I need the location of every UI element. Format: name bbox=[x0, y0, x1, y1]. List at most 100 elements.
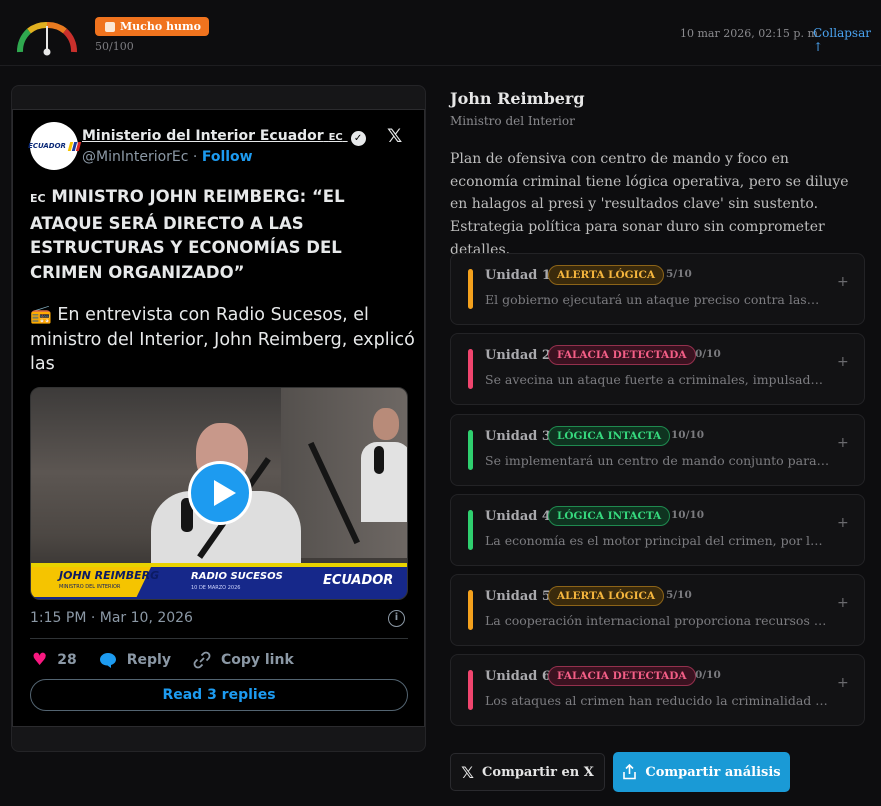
unit-score: 5/10 bbox=[666, 268, 692, 280]
lower-third-date: 10 DE MARZO 2026 bbox=[191, 585, 241, 591]
analysis-timestamp: 10 mar 2026, 02:15 p. m. bbox=[680, 27, 822, 40]
unit-description: Se implementará un centro de mando conju… bbox=[485, 453, 830, 468]
link-icon bbox=[193, 651, 211, 669]
unit-verdict-tag: ALERTA LÓGICA bbox=[548, 265, 665, 285]
unit-verdict-tag: LÓGICA INTACTA bbox=[548, 426, 671, 446]
x-logo-icon[interactable]: 𝕏 bbox=[387, 125, 402, 147]
account-name[interactable]: Ministerio del Interior Ecuador EC ✓ bbox=[82, 128, 366, 146]
account-name-text[interactable]: Ministerio del Interior Ecuador bbox=[82, 128, 324, 144]
read-replies-button[interactable]: Read 3 replies bbox=[30, 679, 408, 711]
unit-title: Unidad 6 bbox=[485, 669, 551, 684]
lower-third-name: JOHN REIMBERG bbox=[59, 569, 160, 582]
account-handle-row: @MinInteriorEc · Follow bbox=[82, 149, 253, 165]
expand-plus-icon[interactable]: + bbox=[837, 675, 849, 691]
lower-third-logo: ECUADOR bbox=[323, 573, 394, 588]
info-icon[interactable]: i bbox=[388, 610, 405, 627]
unit-description: Los ataques al crimen han reducido la cr… bbox=[485, 693, 830, 708]
share-analysis-label: Compartir análisis bbox=[645, 764, 781, 780]
tweet-actions: ♥ 28 Reply Copy link bbox=[32, 650, 316, 670]
unit-score: 5/10 bbox=[666, 589, 692, 601]
share-analysis-button[interactable]: Compartir análisis bbox=[613, 752, 790, 792]
unit-status-bar bbox=[468, 269, 473, 309]
badge-square-icon bbox=[105, 21, 115, 32]
smoke-score: 50/100 bbox=[95, 40, 134, 53]
share-on-x-label: Compartir en X bbox=[482, 764, 594, 780]
copy-link-label: Copy link bbox=[220, 652, 294, 668]
heart-icon: ♥ bbox=[32, 650, 48, 670]
avatar[interactable]: ECUADOR bbox=[28, 122, 82, 170]
copy-link-button[interactable]: Copy link bbox=[193, 650, 294, 670]
headline-text: MINISTRO JOHN REIMBERG: “EL ATAQUE SERÁ … bbox=[30, 187, 345, 282]
expand-plus-icon[interactable]: + bbox=[837, 595, 849, 611]
expand-plus-icon[interactable]: + bbox=[837, 435, 849, 451]
verdict-badge: Mucho humo bbox=[95, 17, 210, 36]
unit-card[interactable]: Unidad 2 FALACIA DETECTADA 0/10 Se avecina … bbox=[450, 333, 865, 405]
account-handle[interactable]: @MinInteriorEc bbox=[82, 149, 188, 165]
follow-button[interactable]: Follow bbox=[202, 149, 253, 165]
account-flag: EC bbox=[328, 132, 343, 143]
unit-card[interactable]: Unidad 6 FALACIA DETECTADA 0/10 Los ataques… bbox=[450, 654, 865, 726]
flag-bars-icon bbox=[67, 141, 82, 151]
unit-status-bar bbox=[468, 670, 473, 710]
person-role: Ministro del Interior bbox=[450, 114, 575, 128]
microphone-head bbox=[374, 446, 384, 474]
like-count: 28 bbox=[57, 652, 77, 668]
unit-title: Unidad 1 bbox=[485, 268, 551, 283]
play-button[interactable] bbox=[188, 461, 252, 525]
reply-button[interactable]: Reply bbox=[99, 650, 171, 670]
unit-status-bar bbox=[468, 510, 473, 550]
verified-icon: ✓ bbox=[350, 131, 366, 146]
unit-verdict-tag: LÓGICA INTACTA bbox=[548, 506, 671, 526]
lower-third-role: MINISTRO DEL INTERIOR bbox=[59, 584, 121, 590]
background-person bbox=[361, 408, 407, 528]
share-upload-icon bbox=[623, 764, 637, 780]
unit-description: El gobierno ejecutará un ataque preciso … bbox=[485, 292, 820, 307]
expand-plus-icon[interactable]: + bbox=[837, 274, 849, 290]
divider bbox=[30, 638, 408, 639]
tweet-body: 📻 En entrevista con Radio Sucesos, el mi… bbox=[30, 305, 415, 374]
video-thumbnail[interactable]: JOHN REIMBERG MINISTRO DEL INTERIOR RADI… bbox=[30, 387, 408, 600]
unit-card[interactable]: Unidad 4 LÓGICA INTACTA 10/10 La economía e… bbox=[450, 494, 865, 566]
tweet-card: ECUADOR Ministerio del Interior Ecuador … bbox=[12, 109, 425, 727]
unit-description: La cooperación internacional proporciona… bbox=[485, 613, 830, 628]
unit-title: Unidad 4 bbox=[485, 509, 551, 524]
like-button[interactable]: ♥ 28 bbox=[32, 650, 77, 670]
unit-verdict-tag: FALACIA DETECTADA bbox=[548, 345, 696, 365]
unit-description: La economía es el motor principal del cr… bbox=[485, 533, 830, 548]
unit-status-bar bbox=[468, 349, 473, 389]
x-icon: 𝕏 bbox=[461, 762, 475, 782]
tweet-headline: EC MINISTRO JOHN REIMBERG: “EL ATAQUE SE… bbox=[30, 185, 415, 285]
unit-title: Unidad 3 bbox=[485, 429, 551, 444]
unit-score: 0/10 bbox=[695, 669, 721, 681]
unit-verdict-tag: ALERTA LÓGICA bbox=[548, 586, 665, 606]
top-bar: Mucho humo 50/100 10 mar 2026, 02:15 p. … bbox=[0, 0, 881, 66]
verdict-label: Mucho humo bbox=[120, 20, 202, 33]
smoke-meter-gauge-icon bbox=[17, 22, 77, 56]
analysis-summary: Plan de ofensiva con centro de mando y f… bbox=[450, 151, 849, 258]
lower-third-stripe bbox=[31, 563, 407, 567]
unit-card[interactable]: Unidad 1 ALERTA LÓGICA 5/10 El gobierno eje… bbox=[450, 253, 865, 325]
person-name: John Reimberg bbox=[450, 89, 585, 108]
reply-label: Reply bbox=[126, 652, 171, 668]
tweet-timestamp[interactable]: 1:15 PM · Mar 10, 2026 bbox=[30, 610, 193, 626]
headline-flag: EC bbox=[30, 192, 46, 205]
unit-score: 0/10 bbox=[695, 348, 721, 360]
avatar-logo-text: ECUADOR bbox=[28, 142, 66, 150]
lower-third-program: RADIO SUCESOS bbox=[191, 571, 283, 582]
expand-plus-icon[interactable]: + bbox=[837, 515, 849, 531]
video-lower-third: JOHN REIMBERG MINISTRO DEL INTERIOR RADI… bbox=[31, 563, 407, 599]
unit-score: 10/10 bbox=[671, 429, 705, 441]
reply-bubble-icon bbox=[99, 652, 116, 668]
unit-title: Unidad 2 bbox=[485, 348, 551, 363]
unit-status-bar bbox=[468, 590, 473, 630]
unit-card[interactable]: Unidad 3 LÓGICA INTACTA 10/10 Se implementa… bbox=[450, 414, 865, 486]
unit-description: Se avecina un ataque fuerte a criminales… bbox=[485, 372, 830, 387]
unit-status-bar bbox=[468, 430, 473, 470]
collapse-button[interactable]: Collapsar ↑ bbox=[813, 26, 881, 54]
unit-title: Unidad 5 bbox=[485, 589, 551, 604]
share-on-x-button[interactable]: 𝕏 Compartir en X bbox=[450, 753, 605, 791]
unit-score: 10/10 bbox=[671, 509, 705, 521]
unit-verdict-tag: FALACIA DETECTADA bbox=[548, 666, 696, 686]
expand-plus-icon[interactable]: + bbox=[837, 354, 849, 370]
unit-card[interactable]: Unidad 5 ALERTA LÓGICA 5/10 La cooperación … bbox=[450, 574, 865, 646]
